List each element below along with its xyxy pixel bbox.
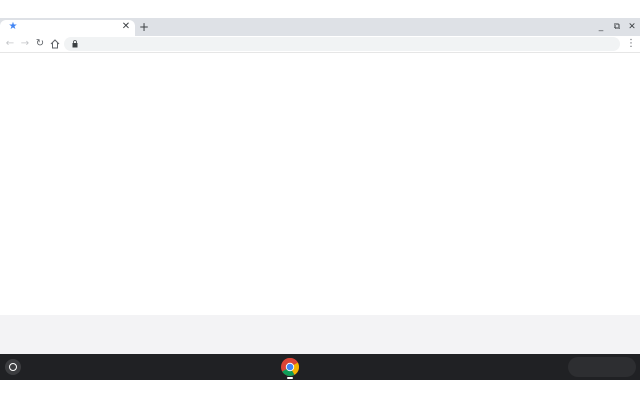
running-app-indicator <box>287 377 293 379</box>
reload-icon: ↻ <box>35 38 45 49</box>
page-content-footer <box>0 315 640 354</box>
window-close-button[interactable]: ✕ <box>625 20 639 34</box>
address-input[interactable] <box>84 37 604 51</box>
launcher-icon <box>9 363 17 371</box>
reload-button[interactable]: ↻ <box>33 37 47 51</box>
new-tab-button[interactable]: + <box>138 21 150 33</box>
forward-button[interactable]: → <box>18 37 32 51</box>
browser-tab[interactable]: ★ ✕ <box>0 20 135 36</box>
shelf <box>0 354 640 380</box>
status-tray[interactable] <box>568 357 636 377</box>
minimize-icon: _ <box>598 22 604 32</box>
page-content <box>0 53 640 315</box>
close-icon[interactable]: ✕ <box>120 21 132 33</box>
chromeos-screen: ★ ✕ + _ ⧉ ✕ ← → ↻ ⋮ <box>0 0 640 400</box>
omnibox[interactable] <box>64 37 620 51</box>
back-arrow-icon: ← <box>5 38 15 49</box>
star-icon: ★ <box>8 21 18 32</box>
lock-icon <box>69 37 81 51</box>
forward-arrow-icon: → <box>20 38 30 49</box>
back-button[interactable]: ← <box>3 37 17 51</box>
restore-icon: ⧉ <box>613 22 621 32</box>
home-icon <box>50 39 60 49</box>
kebab-menu-icon: ⋮ <box>626 38 636 49</box>
plus-icon: + <box>138 20 150 34</box>
close-icon: ✕ <box>628 22 636 32</box>
tab-title <box>24 22 114 34</box>
screen-bottom <box>0 380 640 400</box>
restore-button[interactable]: ⧉ <box>610 20 624 34</box>
minimize-button[interactable]: _ <box>594 20 608 34</box>
home-button[interactable] <box>48 37 62 51</box>
launcher-button[interactable] <box>5 359 21 375</box>
chrome-icon[interactable] <box>280 357 300 377</box>
menu-button[interactable]: ⋮ <box>624 37 638 51</box>
browser-toolbar: ← → ↻ ⋮ <box>0 36 640 53</box>
tab-strip: ★ ✕ + _ ⧉ ✕ <box>0 18 640 36</box>
